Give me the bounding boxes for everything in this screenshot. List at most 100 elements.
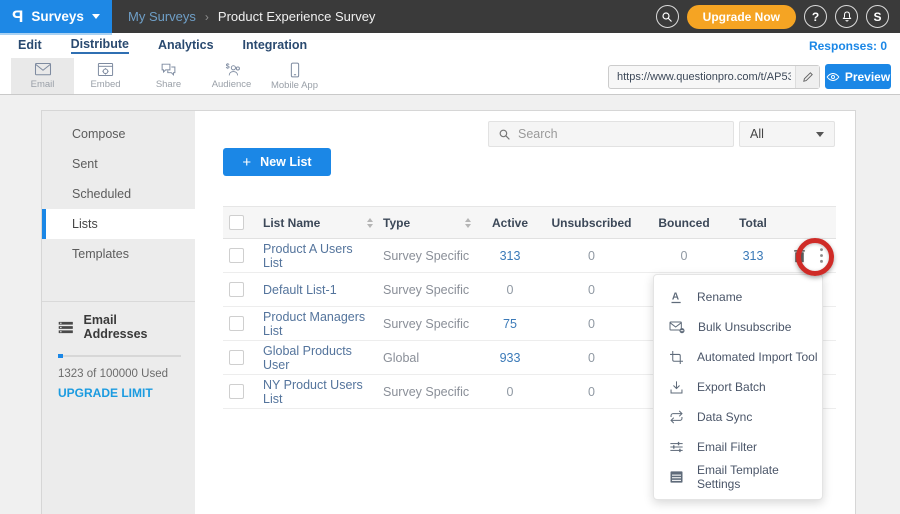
- channel-email[interactable]: Email: [11, 58, 74, 94]
- list-name-link[interactable]: NY Product Users List: [263, 378, 373, 406]
- list-name-link[interactable]: Default List-1: [263, 283, 337, 297]
- list-filter-dropdown[interactable]: All: [739, 121, 835, 147]
- avatar-letter: S: [873, 10, 881, 24]
- search-input[interactable]: [518, 127, 724, 141]
- account-avatar[interactable]: S: [866, 5, 889, 28]
- plus-icon: +: [242, 154, 251, 171]
- tab-integration[interactable]: Integration: [243, 38, 308, 53]
- total-count[interactable]: 313: [724, 249, 782, 263]
- channel-embed[interactable]: Embed: [74, 58, 137, 94]
- tab-analytics[interactable]: Analytics: [158, 38, 214, 53]
- email-filter-icon: [669, 440, 684, 454]
- channel-mobile-app[interactable]: Mobile App: [263, 58, 326, 94]
- email-template-settings-icon: [669, 470, 684, 484]
- pencil-icon: [802, 71, 814, 83]
- svg-text:$: $: [225, 63, 229, 70]
- active-count[interactable]: 75: [481, 317, 539, 331]
- menu-item-email-template-settings[interactable]: Email Template Settings: [654, 462, 822, 492]
- share-icon: [160, 62, 177, 77]
- unsubscribed-count: 0: [539, 351, 644, 365]
- page-title: Product Experience Survey: [218, 9, 376, 24]
- chevron-down-icon: [92, 14, 100, 19]
- product-menu-label: Surveys: [31, 9, 84, 24]
- bulk-unsubscribe-icon: [669, 320, 685, 334]
- row-checkbox[interactable]: [229, 248, 244, 263]
- upgrade-limit-link[interactable]: UPGRADE LIMIT: [58, 386, 181, 400]
- menu-item-rename[interactable]: A Rename: [654, 282, 822, 312]
- row-checkbox[interactable]: [229, 350, 244, 365]
- audience-icon: $: [223, 62, 241, 77]
- row-context-menu: A Rename Bulk Unsubscribe Automated Impo…: [653, 274, 823, 500]
- col-bounced: Bounced: [644, 216, 724, 230]
- filter-selected-value: All: [750, 127, 764, 141]
- export-batch-icon: [669, 380, 684, 395]
- sort-type-button[interactable]: [465, 218, 471, 228]
- active-count[interactable]: 933: [481, 351, 539, 365]
- menu-item-email-filter[interactable]: Email Filter: [654, 432, 822, 462]
- channel-audience[interactable]: $ Audience: [200, 58, 263, 94]
- unsubscribed-count: 0: [539, 317, 644, 331]
- preview-button[interactable]: Preview: [825, 64, 891, 89]
- menu-item-bulk-unsubscribe[interactable]: Bulk Unsubscribe: [654, 312, 822, 342]
- unsubscribed-count: 0: [539, 283, 644, 297]
- list-name-link[interactable]: Product A Users List: [263, 242, 373, 270]
- sidebar-item-lists[interactable]: Lists: [42, 209, 195, 239]
- distribute-sidebar: Compose Sent Scheduled Lists Templates E…: [42, 111, 195, 514]
- search-icon: [661, 11, 673, 23]
- sidebar-item-templates[interactable]: Templates: [42, 239, 195, 269]
- product-switcher[interactable]: P Surveys: [0, 0, 112, 33]
- unsubscribed-count: 0: [539, 385, 644, 399]
- eye-icon: [826, 72, 840, 82]
- breadcrumb-parent[interactable]: My Surveys: [128, 9, 196, 24]
- email-usage-progress-fill: [58, 354, 63, 358]
- email-addresses-title: Email Addresses: [84, 313, 181, 341]
- col-type: Type: [383, 216, 410, 230]
- active-count[interactable]: 313: [481, 249, 539, 263]
- logo-accent-line: [0, 33, 112, 35]
- distribute-toolbar: Email Embed Share $ Audience Mobile App …: [0, 58, 900, 95]
- notifications-button[interactable]: [835, 5, 858, 28]
- row-checkbox[interactable]: [229, 282, 244, 297]
- table-header-row: List Name Type Active Unsubscribed Bounc…: [223, 206, 836, 239]
- survey-url-input[interactable]: [609, 71, 795, 83]
- list-name-link[interactable]: Global Products User: [263, 344, 373, 372]
- channel-share[interactable]: Share: [137, 58, 200, 94]
- breadcrumb-separator-icon: ›: [205, 10, 209, 24]
- email-addresses-panel: Email Addresses 1323 of 100000 Used UPGR…: [42, 302, 195, 400]
- list-search-field: [488, 121, 734, 147]
- row-checkbox[interactable]: [229, 316, 244, 331]
- data-sync-icon: [669, 410, 684, 424]
- menu-item-automated-import-tool[interactable]: Automated Import Tool: [654, 342, 822, 372]
- new-list-button[interactable]: + New List: [223, 148, 331, 176]
- sidebar-item-compose[interactable]: Compose: [42, 119, 195, 149]
- embed-icon: [97, 62, 114, 77]
- tab-edit[interactable]: Edit: [18, 38, 42, 53]
- mobile-app-icon: [289, 62, 301, 78]
- email-usage-text: 1323 of 100000 Used: [58, 368, 181, 380]
- help-button[interactable]: ?: [804, 5, 827, 28]
- tab-distribute[interactable]: Distribute: [71, 37, 129, 54]
- chevron-down-icon: [816, 132, 824, 137]
- menu-item-export-batch[interactable]: Export Batch: [654, 372, 822, 402]
- app-window: P Surveys My Surveys › Product Experienc…: [0, 0, 900, 514]
- survey-url-field: [608, 65, 820, 89]
- menu-item-data-sync[interactable]: Data Sync: [654, 402, 822, 432]
- email-icon: [34, 62, 52, 77]
- row-checkbox[interactable]: [229, 384, 244, 399]
- search-button[interactable]: [656, 5, 679, 28]
- edit-url-button[interactable]: [795, 66, 819, 88]
- active-count[interactable]: 0: [481, 283, 539, 297]
- sidebar-item-sent[interactable]: Sent: [42, 149, 195, 179]
- automated-import-icon: [669, 350, 684, 365]
- upgrade-now-button[interactable]: Upgrade Now: [687, 5, 796, 29]
- email-usage-progressbar: [58, 355, 181, 357]
- sort-list-name-button[interactable]: [367, 218, 373, 228]
- active-count[interactable]: 0: [481, 385, 539, 399]
- list-name-link[interactable]: Product Managers List: [263, 310, 373, 338]
- sidebar-item-scheduled[interactable]: Scheduled: [42, 179, 195, 209]
- select-all-checkbox[interactable]: [229, 215, 244, 230]
- list-stack-icon: [58, 321, 74, 334]
- rename-icon: A: [669, 290, 684, 305]
- responses-count[interactable]: Responses: 0: [809, 39, 900, 53]
- survey-tabbar: Edit Distribute Analytics Integration Re…: [0, 33, 900, 58]
